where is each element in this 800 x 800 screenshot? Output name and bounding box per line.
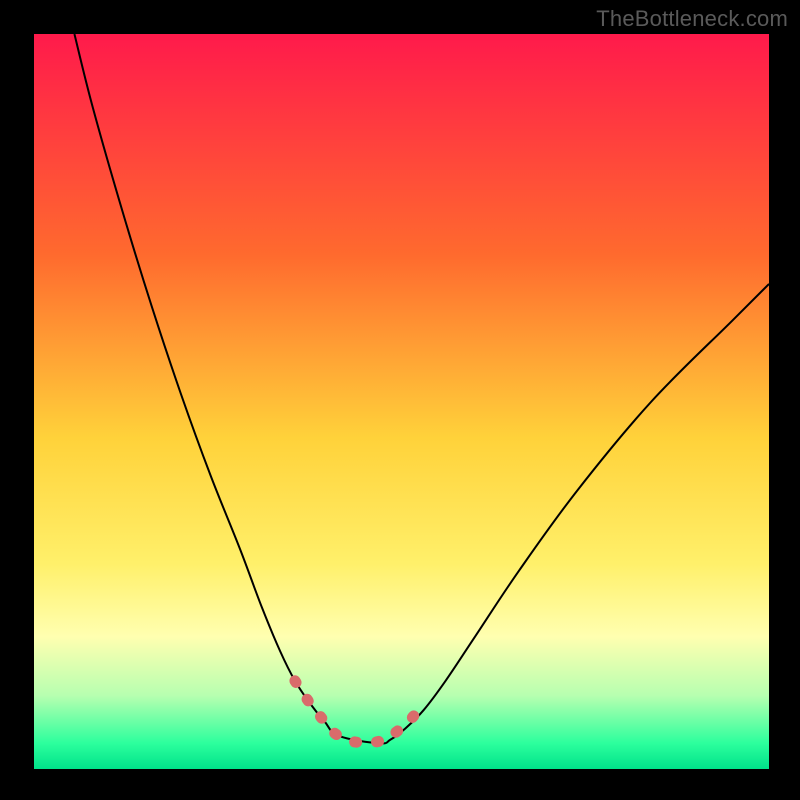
plot-area bbox=[34, 34, 769, 769]
gradient-background bbox=[34, 34, 769, 769]
watermark-text: TheBottleneck.com bbox=[596, 6, 788, 32]
chart-svg bbox=[34, 34, 769, 769]
chart-frame: TheBottleneck.com bbox=[0, 0, 800, 800]
